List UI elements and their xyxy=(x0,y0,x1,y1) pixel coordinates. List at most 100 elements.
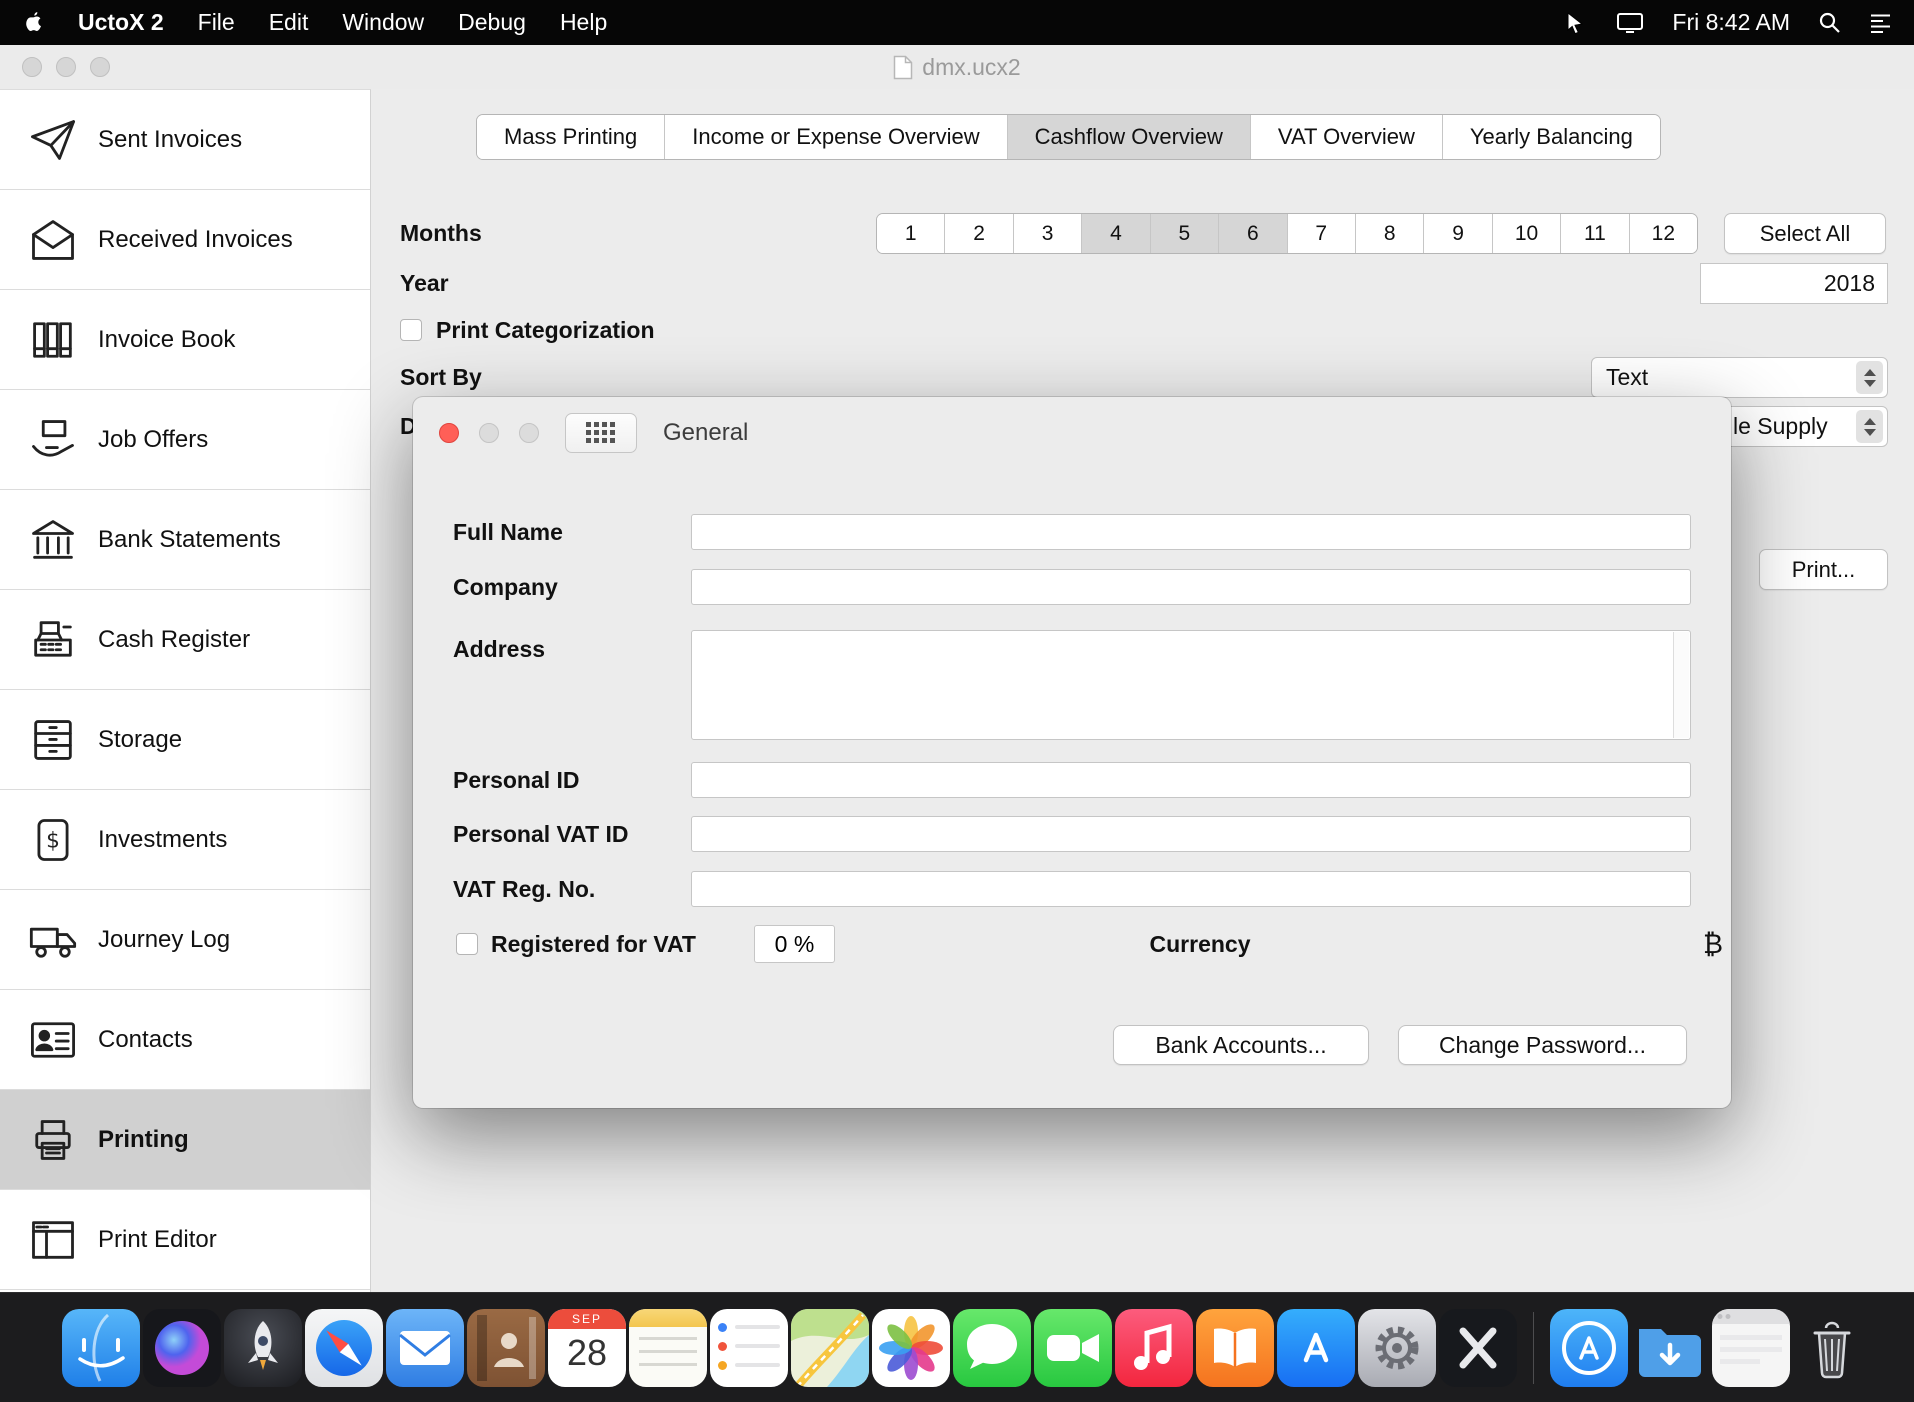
sidebar-item-job-offers[interactable]: Job Offers xyxy=(0,390,370,490)
calendar-icon[interactable]: SEP 28 xyxy=(548,1309,626,1387)
month-9[interactable]: 9 xyxy=(1423,214,1491,253)
minimized-window-icon[interactable] xyxy=(1712,1309,1790,1387)
reminders-icon[interactable] xyxy=(710,1309,788,1387)
month-1[interactable]: 1 xyxy=(877,214,944,253)
sidebar-item-sent-invoices[interactable]: Sent Invoices xyxy=(0,90,370,190)
scrollbar-track[interactable] xyxy=(1673,632,1689,738)
tab-vat-overview[interactable]: VAT Overview xyxy=(1250,115,1442,159)
menu-app-name[interactable]: UctoX 2 xyxy=(78,9,164,36)
month-7[interactable]: 7 xyxy=(1287,214,1355,253)
tab-income-expense-overview[interactable]: Income or Expense Overview xyxy=(664,115,1006,159)
messages-icon[interactable] xyxy=(953,1309,1031,1387)
apple-icon[interactable] xyxy=(22,10,44,36)
print-categorization-checkbox[interactable] xyxy=(400,319,422,341)
registered-for-vat-checkbox[interactable] xyxy=(456,933,478,955)
dialog-minimize-button[interactable] xyxy=(479,423,499,443)
cash-register-icon xyxy=(22,614,84,666)
sidebar-item-bank-statements[interactable]: Bank Statements xyxy=(0,490,370,590)
contacts-icon[interactable] xyxy=(467,1309,545,1387)
chevron-updown-icon xyxy=(1856,410,1883,443)
sort-by-dropdown[interactable]: Text xyxy=(1591,357,1888,398)
personal-vat-id-input[interactable] xyxy=(691,816,1691,852)
books-icon xyxy=(22,314,84,366)
address-textarea[interactable] xyxy=(691,630,1691,740)
sidebar-item-received-invoices[interactable]: Received Invoices xyxy=(0,190,370,290)
sidebar: Sent Invoices Received Invoices Invoice … xyxy=(0,89,371,1292)
menu-edit[interactable]: Edit xyxy=(269,9,309,36)
personal-vat-id-label: Personal VAT ID xyxy=(453,821,691,848)
sidebar-item-printing[interactable]: Printing xyxy=(0,1090,370,1190)
menu-help[interactable]: Help xyxy=(560,9,607,36)
notes-icon[interactable] xyxy=(629,1309,707,1387)
toolbar-grid-button[interactable] xyxy=(565,413,637,453)
personal-id-input[interactable] xyxy=(691,762,1691,798)
sidebar-item-print-editor[interactable]: Print Editor xyxy=(0,1190,370,1290)
sidebar-item-investments[interactable]: $ Investments xyxy=(0,790,370,890)
month-8[interactable]: 8 xyxy=(1355,214,1423,253)
trash-icon[interactable] xyxy=(1793,1309,1871,1387)
menu-debug[interactable]: Debug xyxy=(458,9,526,36)
document-icon xyxy=(893,55,913,80)
menu-window[interactable]: Window xyxy=(342,9,424,36)
full-name-input[interactable] xyxy=(691,514,1691,550)
month-10[interactable]: 10 xyxy=(1492,214,1560,253)
dialog-title: General xyxy=(663,419,748,447)
list-icon[interactable] xyxy=(1869,11,1892,34)
dialog-close-button[interactable] xyxy=(439,423,459,443)
month-2[interactable]: 2 xyxy=(944,214,1012,253)
x-app-icon[interactable] xyxy=(1439,1309,1517,1387)
paper-plane-icon xyxy=(22,114,84,166)
menu-clock[interactable]: Fri 8:42 AM xyxy=(1672,9,1790,36)
search-icon[interactable] xyxy=(1818,11,1841,34)
printer-icon xyxy=(22,1114,84,1166)
finder-icon[interactable] xyxy=(62,1309,140,1387)
bank-accounts-button[interactable]: Bank Accounts... xyxy=(1113,1025,1369,1065)
app-store-alt-icon[interactable] xyxy=(1550,1309,1628,1387)
maps-icon[interactable] xyxy=(791,1309,869,1387)
sidebar-item-storage[interactable]: Storage xyxy=(0,690,370,790)
month-3[interactable]: 3 xyxy=(1013,214,1081,253)
mail-icon[interactable] xyxy=(386,1309,464,1387)
window-title-bar[interactable]: dmx.ucx2 xyxy=(0,45,1914,89)
downloads-folder-icon[interactable] xyxy=(1631,1309,1709,1387)
tab-yearly-balancing[interactable]: Yearly Balancing xyxy=(1442,115,1660,159)
bitcoin-currency-symbol[interactable]: ₿ xyxy=(1703,929,1723,960)
app-store-icon[interactable] xyxy=(1277,1309,1355,1387)
vat-percent-input[interactable]: 0 % xyxy=(754,925,835,963)
sidebar-item-journey-log[interactable]: Journey Log xyxy=(0,890,370,990)
display-icon[interactable] xyxy=(1616,11,1644,35)
tab-mass-printing[interactable]: Mass Printing xyxy=(477,115,664,159)
launchpad-icon[interactable] xyxy=(224,1309,302,1387)
select-all-button[interactable]: Select All xyxy=(1724,213,1886,254)
siri-icon[interactable] xyxy=(143,1309,221,1387)
month-5[interactable]: 5 xyxy=(1150,214,1218,253)
dialog-zoom-button[interactable] xyxy=(519,423,539,443)
month-selector: 1 2 3 4 5 6 7 8 9 10 11 12 xyxy=(876,213,1698,254)
month-11[interactable]: 11 xyxy=(1560,214,1628,253)
photos-icon[interactable] xyxy=(872,1309,950,1387)
music-icon[interactable] xyxy=(1115,1309,1193,1387)
dock: SEP 28 xyxy=(0,1292,1914,1402)
sidebar-item-cash-register[interactable]: Cash Register xyxy=(0,590,370,690)
view-tabs: Mass Printing Income or Expense Overview… xyxy=(476,114,1661,160)
month-4[interactable]: 4 xyxy=(1081,214,1149,253)
month-6[interactable]: 6 xyxy=(1218,214,1286,253)
sidebar-item-invoice-book[interactable]: Invoice Book xyxy=(0,290,370,390)
change-password-button[interactable]: Change Password... xyxy=(1398,1025,1687,1065)
drawers-icon xyxy=(22,714,84,766)
month-12[interactable]: 12 xyxy=(1629,214,1697,253)
vat-reg-no-label: VAT Reg. No. xyxy=(453,876,691,903)
year-input[interactable]: 2018 xyxy=(1700,263,1888,304)
facetime-icon[interactable] xyxy=(1034,1309,1112,1387)
menu-file[interactable]: File xyxy=(198,9,235,36)
sidebar-item-contacts[interactable]: Contacts xyxy=(0,990,370,1090)
vat-reg-no-input[interactable] xyxy=(691,871,1691,907)
system-preferences-icon[interactable] xyxy=(1358,1309,1436,1387)
safari-icon[interactable] xyxy=(305,1309,383,1387)
supply-dropdown[interactable]: le Supply xyxy=(1720,406,1888,447)
books-icon[interactable] xyxy=(1196,1309,1274,1387)
tab-cashflow-overview[interactable]: Cashflow Overview xyxy=(1007,115,1250,159)
general-dialog: General Full Name Company Address Person… xyxy=(413,397,1731,1108)
company-input[interactable] xyxy=(691,569,1691,605)
print-button[interactable]: Print... xyxy=(1759,549,1888,590)
